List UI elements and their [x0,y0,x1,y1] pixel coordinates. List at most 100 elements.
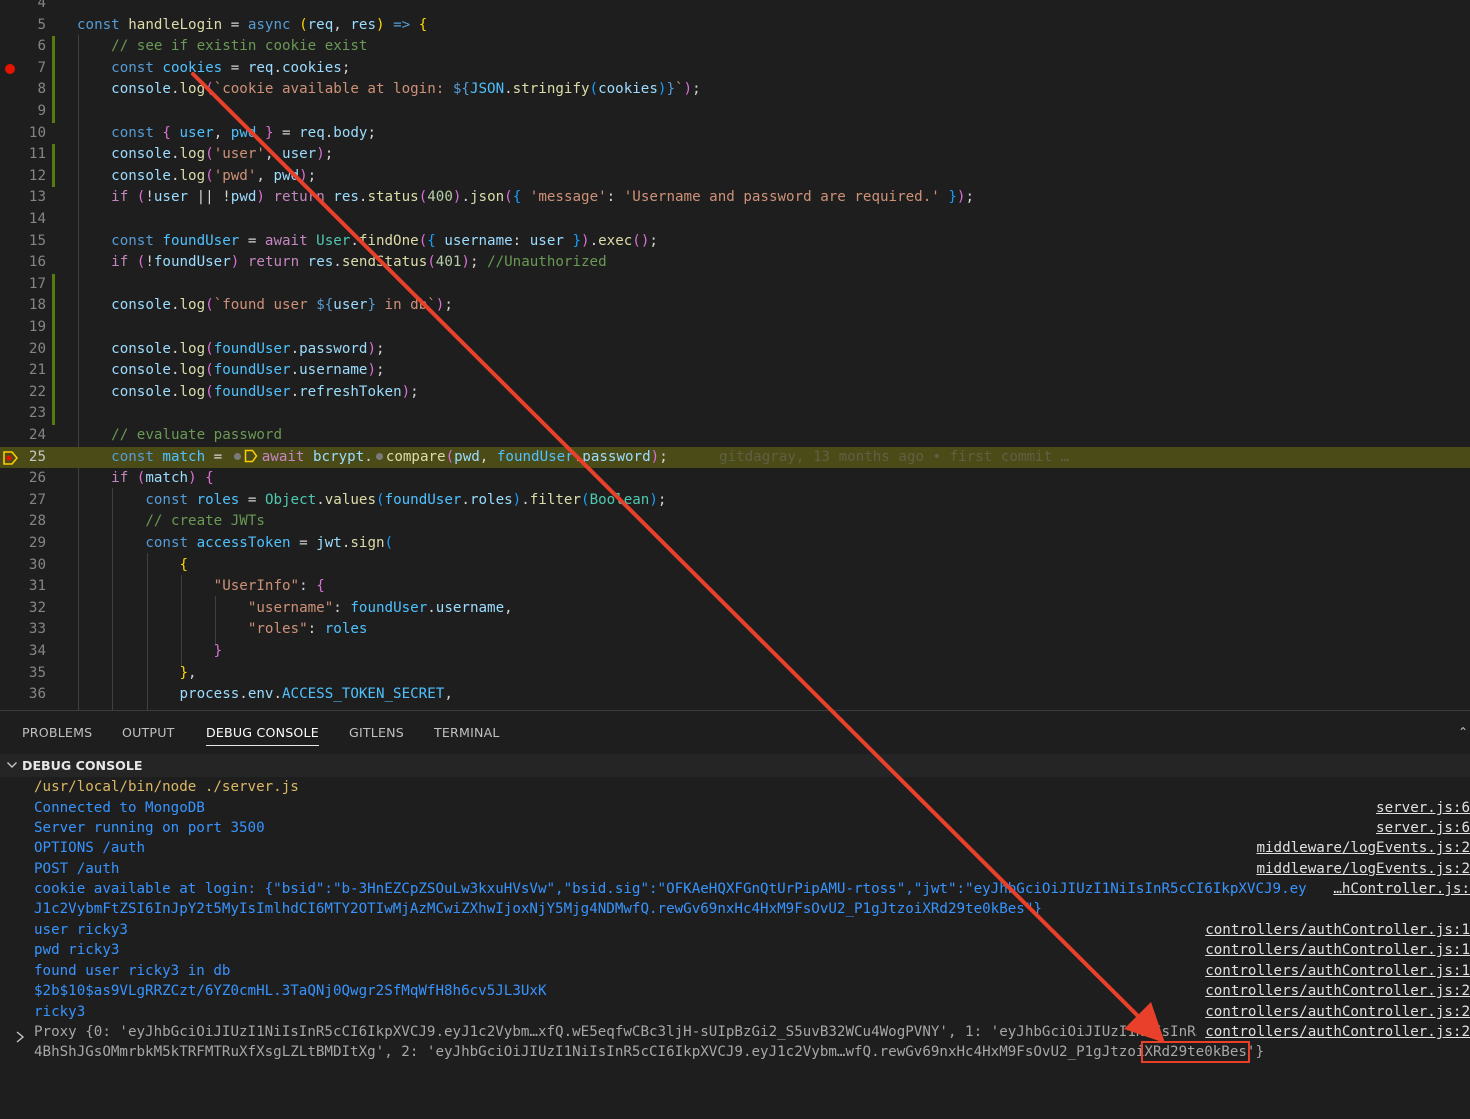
line-number[interactable]: 20 [0,339,46,361]
git-change-indicator[interactable] [52,36,55,58]
code-line[interactable]: 7 const cookies = req.cookies; [0,57,1470,80]
code-text[interactable]: // create JWTs [77,511,265,533]
line-number[interactable]: 9 [0,101,46,123]
panel-maximize-icon[interactable]: ⌃ [1458,725,1468,739]
code-text[interactable]: }, [77,663,197,685]
console-source-link[interactable]: controllers/authController.js:1 [1197,940,1470,961]
code-text[interactable]: // see if existin cookie exist [77,36,367,58]
code-line[interactable]: 26 if (match) { [0,468,1470,490]
inline-breakpoint-dot-icon[interactable] [233,453,241,461]
tab-gitlens[interactable]: GITLENS [349,725,404,740]
console-source-link[interactable]: controllers/authController.js:1 [1197,961,1470,982]
code-line[interactable]: 30 { [0,555,1470,577]
console-source-link[interactable]: controllers/authController.js:2 [1197,1002,1470,1023]
console-source-link[interactable]: controllers/authController.js:2 [1197,981,1470,1002]
code-line[interactable]: 14 [0,209,1470,231]
code-line[interactable]: 16 if (!foundUser) return res.sendStatus… [0,252,1470,274]
line-number[interactable]: 27 [0,490,46,512]
line-number[interactable]: 17 [0,274,46,296]
code-line[interactable]: 23 [0,403,1470,425]
line-number[interactable]: 6 [0,36,46,58]
console-source-link[interactable]: middleware/logEvents.js:2 [1248,859,1470,880]
code-line[interactable]: 27 const roles = Object.values(foundUser… [0,490,1470,512]
code-text[interactable]: "username": foundUser.username, [77,598,513,620]
code-line[interactable]: 5 const handleLogin = async (req, res) =>… [0,15,1470,37]
code-line[interactable]: 21 console.log(foundUser.username); [0,360,1470,382]
code-line[interactable]: 34 } [0,641,1470,663]
git-change-indicator[interactable] [52,338,55,361]
git-change-indicator[interactable] [52,295,55,317]
inline-breakpoint-dot-icon[interactable] [375,453,383,461]
code-text[interactable]: const { user, pwd } = req.body; [77,123,376,145]
git-change-indicator[interactable] [52,165,55,188]
console-source-link[interactable]: …hController.js: [1325,879,1470,900]
code-text[interactable]: console.log('user', user); [77,144,333,166]
line-number[interactable]: 34 [0,641,46,663]
code-line[interactable]: 11 console.log('user', user); [0,144,1470,166]
code-line[interactable]: 17 [0,273,1470,296]
line-number[interactable]: 5 [0,15,46,37]
line-number[interactable]: 14 [0,209,46,231]
code-line[interactable]: 8 console.log(`cookie available at login… [0,79,1470,101]
line-number[interactable]: 16 [0,252,46,274]
line-number[interactable]: 8 [0,79,46,101]
console-source-link[interactable]: controllers/authController.js:2 [1197,1022,1470,1043]
code-text[interactable]: // evaluate password [77,425,282,447]
git-change-indicator[interactable] [52,57,55,80]
chevron-right-icon[interactable] [14,1030,26,1044]
git-change-indicator[interactable] [52,360,55,382]
git-change-indicator[interactable] [52,144,55,166]
code-line[interactable]: 15 const foundUser = await User.findOne(… [0,231,1470,253]
code-line[interactable]: 29 const accessToken = jwt.sign( [0,533,1470,555]
line-number[interactable]: 11 [0,144,46,166]
git-change-indicator[interactable] [52,273,55,296]
console-source-link[interactable]: middleware/logEvents.js:2 [1248,838,1470,859]
git-change-indicator[interactable] [52,101,55,123]
git-change-indicator[interactable] [52,381,55,404]
code-line[interactable]: 35 }, [0,663,1470,685]
code-line[interactable]: 36 process.env.ACCESS_TOKEN_SECRET, [0,684,1470,706]
code-text[interactable]: console.log(foundUser.password); [77,339,384,361]
line-number[interactable]: 15 [0,231,46,253]
code-line[interactable]: 33 "roles": roles [0,619,1470,641]
line-number[interactable]: 36 [0,684,46,706]
code-line[interactable]: 20 console.log(foundUser.password); [0,338,1470,361]
current-breakpoint-icon[interactable] [2,450,18,466]
line-number[interactable]: 26 [0,468,46,490]
git-change-indicator[interactable] [52,317,55,339]
code-line[interactable]: 9 [0,101,1470,123]
breakpoint-icon[interactable] [5,63,15,74]
code-line[interactable]: 12 console.log('pwd', pwd); [0,165,1470,188]
code-line[interactable]: 31 "UserInfo": { [0,576,1470,598]
line-number[interactable]: 31 [0,576,46,598]
code-line[interactable]: 28 // create JWTs [0,511,1470,533]
code-line[interactable]: 13 if (!user || !pwd) return res.status(… [0,187,1470,209]
code-text[interactable]: const foundUser = await User.findOne({ u… [77,231,658,253]
code-line[interactable]: 25 const match = await bcrypt. compare(pw… [0,446,1470,469]
console-proxy-object-cont[interactable]: 4BhShJGsOMmrbkM5kTRFMTRuXfXsgLZLtBMDItXg… [34,1041,1264,1063]
git-change-indicator[interactable] [52,79,55,101]
code-text[interactable]: const accessToken = jwt.sign( [77,533,393,555]
code-text[interactable]: console.log(`cookie available at login: … [77,79,700,101]
line-number[interactable]: 19 [0,317,46,339]
code-text[interactable]: console.log(foundUser.username); [77,360,384,382]
code-line[interactable]: 32 "username": foundUser.username, [0,598,1470,620]
code-line[interactable]: 6 // see if existin cookie exist [0,36,1470,58]
code-text[interactable]: process.env.ACCESS_TOKEN_SECRET, [77,684,453,706]
code-text[interactable]: } [77,641,223,663]
line-number[interactable]: 28 [0,511,46,533]
debug-console-section-header[interactable]: DEBUG CONSOLE [0,754,1470,777]
line-number[interactable]: 10 [0,123,46,145]
code-text[interactable]: const match = await bcrypt. compare(pwd, … [77,447,1069,469]
tab-debug-console[interactable]: DEBUG CONSOLE [206,725,319,746]
tab-terminal[interactable]: TERMINAL [434,725,500,740]
line-number[interactable]: 32 [0,598,46,620]
code-line[interactable]: 19 [0,317,1470,339]
code-editor[interactable]: 4 5 const handleLogin = async (req, res) =… [0,0,1470,710]
line-number[interactable]: 4 [0,0,46,15]
console-source-link[interactable]: server.js:6 [1368,818,1470,839]
code-text[interactable]: console.log('pwd', pwd); [77,166,316,188]
code-text[interactable]: "roles": roles [77,619,368,641]
code-text[interactable]: console.log(`found user ${user} in db`); [77,295,453,317]
line-number[interactable]: 24 [0,425,46,447]
